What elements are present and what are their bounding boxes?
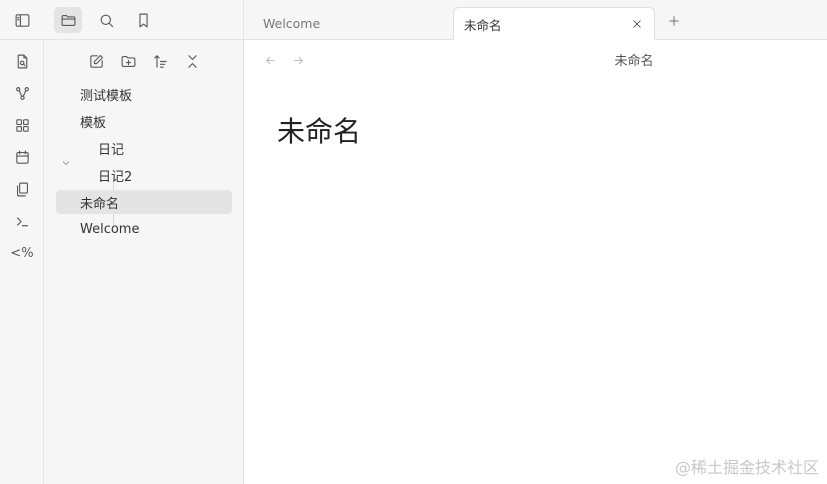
folder-icon[interactable] xyxy=(54,7,82,33)
templater-icon[interactable]: <% xyxy=(8,240,36,266)
file-item-untitled[interactable]: 未命名 xyxy=(56,190,232,214)
file-item-label: 日记2 xyxy=(98,169,133,185)
tab-welcome[interactable]: Welcome xyxy=(252,7,452,40)
sort-icon[interactable] xyxy=(146,48,174,74)
editor-pane: 未命名 未命名 xyxy=(244,40,827,484)
sidebar-toggle-icon[interactable] xyxy=(8,7,36,33)
folder-item-templates[interactable]: 模板 xyxy=(56,109,232,133)
bookmark-icon[interactable] xyxy=(129,7,157,33)
file-item-label: 日记 xyxy=(98,142,125,158)
inline-note-title[interactable]: 未命名 xyxy=(277,110,361,150)
tab-bar: Welcome 未命名 xyxy=(244,0,827,40)
ribbon: <% xyxy=(0,40,44,484)
command-palette-icon[interactable] xyxy=(8,208,36,234)
view-title-text[interactable]: 未命名 xyxy=(614,50,653,69)
file-item-diary[interactable]: 日记 xyxy=(74,136,232,160)
canvas-icon[interactable] xyxy=(8,112,36,138)
graph-view-icon[interactable] xyxy=(8,80,36,106)
open-quick-switcher-icon[interactable] xyxy=(8,48,36,74)
tab-label: Welcome xyxy=(263,16,321,31)
templates-icon[interactable] xyxy=(8,176,36,202)
file-item-label: 未命名 xyxy=(80,196,120,212)
tab-label: 未命名 xyxy=(464,17,502,33)
file-explorer: 测试模板 模板 日记 日记2 未命名 Welcome xyxy=(44,40,244,484)
collapse-all-icon[interactable] xyxy=(178,48,206,74)
sidebar-header xyxy=(0,0,244,40)
file-item-label: 测试模板 xyxy=(80,88,133,104)
file-item-diary-2[interactable]: 日记2 xyxy=(74,163,232,187)
new-folder-icon[interactable] xyxy=(114,48,142,74)
daily-note-icon[interactable] xyxy=(8,144,36,170)
file-item-test-template[interactable]: 测试模板 xyxy=(56,82,232,106)
folder-item-label: 模板 xyxy=(80,115,107,131)
new-note-icon[interactable] xyxy=(82,48,110,74)
tab-untitled[interactable]: 未命名 xyxy=(453,7,655,40)
chevron-down-icon[interactable] xyxy=(60,154,74,168)
close-icon[interactable] xyxy=(628,15,646,33)
file-item-label: Welcome xyxy=(80,221,140,237)
templater-label: <% xyxy=(10,245,34,261)
search-icon[interactable] xyxy=(92,7,120,33)
watermark: @稀土掘金技术社区 xyxy=(674,458,819,477)
plus-icon[interactable] xyxy=(663,10,685,32)
view-header-title: 未命名 xyxy=(244,50,827,69)
file-item-welcome[interactable]: Welcome xyxy=(56,217,232,241)
